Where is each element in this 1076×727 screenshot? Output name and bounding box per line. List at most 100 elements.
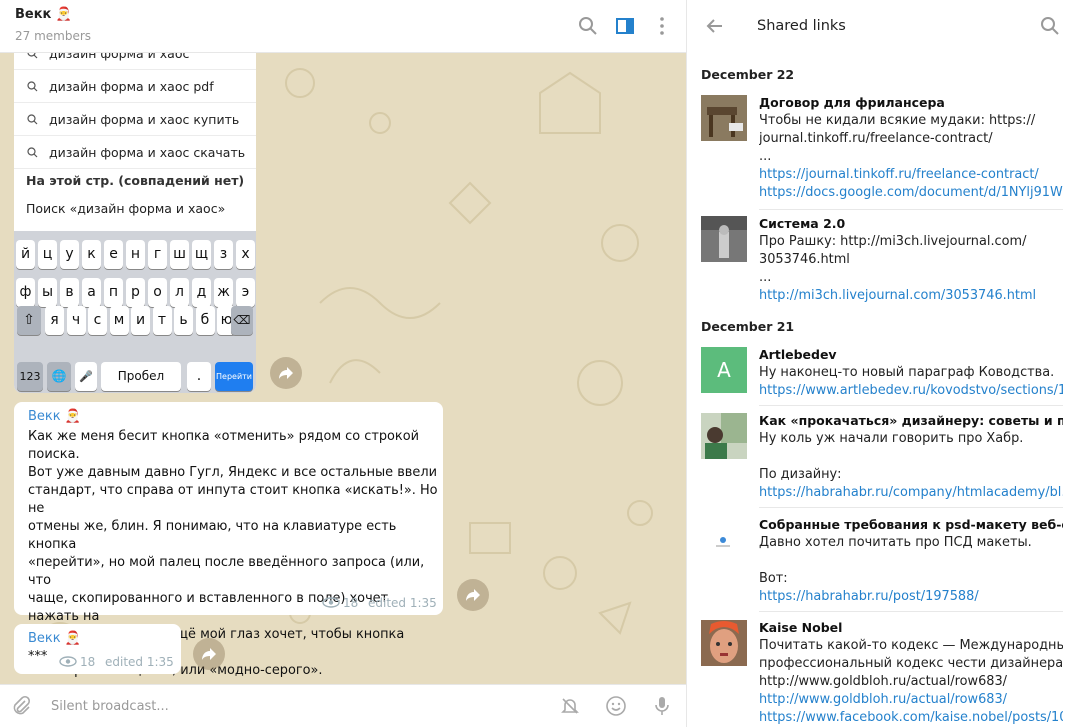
search-icon[interactable] [576, 14, 600, 38]
link-url[interactable]: http://www.goldbloh.ru/actual/row683/ [759, 692, 1063, 707]
key-r3-0: я [45, 306, 64, 335]
edited-time: edited 1:35 [105, 655, 174, 669]
link-description: Чтобы не кидали всякие мудаки: https:// [759, 113, 1036, 128]
key-r2-5: р [126, 278, 145, 307]
shared-link-item[interactable]: Собранные требования к psd-макету веб-са… [701, 517, 1063, 605]
link-description: ... [759, 149, 772, 164]
link-url[interactable]: https://habrahabr.ru/company/htmlacademy… [759, 485, 1063, 500]
key-r2-7: л [170, 278, 189, 307]
forward-button[interactable] [193, 638, 225, 670]
silent-bell-icon[interactable] [559, 695, 581, 717]
date-header: December 21 [701, 319, 795, 334]
message-author[interactable]: Векк 🎅 [28, 409, 81, 424]
message-input[interactable]: Silent broadcast... [51, 699, 169, 714]
suggestion-row: дизайн форма и хаос скачать [14, 136, 256, 169]
link-url[interactable]: https://docs.google.com/document/d/1NYlj… [759, 185, 1063, 200]
link-url[interactable]: https://www.facebook.com/kaise.nobel/pos… [759, 710, 1063, 725]
suggestion-row: дизайн форма и хаос [14, 53, 256, 70]
shared-link-item[interactable]: Как «прокачаться» дизайнеру: советы и по… [701, 413, 1063, 505]
key-r2-10: э [236, 278, 255, 307]
views-icon [59, 656, 77, 667]
link-thumbnail [701, 216, 747, 262]
search-icon [27, 114, 38, 125]
suggestion-text: дизайн форма и хаос купить [49, 112, 240, 127]
message-bubble[interactable]: Векк 🎅 *** 18 edited 1:35 [14, 624, 181, 674]
key-r1-10: х [236, 240, 255, 269]
emoji-icon[interactable] [605, 695, 627, 717]
link-description: По дизайну: [759, 467, 842, 482]
key-r1-2: у [60, 240, 79, 269]
more-menu-icon[interactable] [650, 14, 674, 38]
chat-header[interactable]: Векк 🎅 27 members [0, 0, 686, 53]
key-r2-4: п [104, 278, 123, 307]
section-heading: На этой стр. (совпадений нет) [26, 173, 245, 188]
forward-icon [466, 589, 480, 601]
screenshot-image[interactable]: дизайн форма и хаос дизайн форма и хаос … [14, 53, 256, 393]
shared-link-item[interactable]: Договор для фрилансера Чтобы не кидали вс… [701, 95, 1063, 205]
key-r1-4: е [104, 240, 123, 269]
key-r3-4: и [131, 306, 150, 335]
space-key: Пробел [101, 362, 181, 391]
link-description: http://www.goldbloh.ru/actual/row683/ [759, 674, 1008, 689]
members-count: 27 members [15, 29, 92, 43]
link-description: journal.tinkoff.ru/freelance-contract/ [759, 131, 993, 146]
search-icon [27, 81, 38, 92]
link-description: Давно хотел почитать про ПСД макеты. [759, 535, 1032, 550]
link-description: Почитать какой-то кодекс — Международный [759, 638, 1063, 653]
go-key: Перейти [215, 362, 253, 391]
link-description: Ну наконец-то новый параграф Ководства. [759, 365, 1055, 380]
chat-history[interactable]: дизайн форма и хаос дизайн форма и хаос … [0, 53, 686, 684]
microphone-icon[interactable] [651, 695, 673, 717]
link-title[interactable]: Как «прокачаться» дизайнеру: советы и по… [759, 413, 1063, 428]
keyboard: йцукенгшщзхфывапролджэячсмитьбю ⇧ ⌫ 123 … [14, 231, 256, 393]
link-title[interactable]: Договор для фрилансера [759, 95, 1063, 110]
search-icon[interactable] [1038, 14, 1062, 38]
key-r3-3: м [109, 306, 129, 335]
dot-key: . [187, 362, 211, 391]
key-r2-3: а [82, 278, 101, 307]
link-description: ... [759, 270, 772, 285]
chat-title[interactable]: Векк 🎅 [15, 7, 72, 22]
message-author[interactable]: Векк 🎅 [28, 631, 81, 646]
key-r3-2: с [88, 306, 107, 335]
key-r1-7: ш [170, 240, 189, 269]
link-url[interactable]: https://www.artlebedev.ru/kovodstvo/sect… [759, 383, 1063, 398]
forward-icon [202, 648, 216, 660]
search-icon [27, 147, 38, 158]
shared-link-item[interactable]: Kaise Nobel Почитать какой-то кодекс — Ме… [701, 620, 1063, 727]
link-thumbnail [701, 620, 747, 666]
search-on-page-text: Поиск «дизайн форма и хаос» [26, 201, 226, 216]
link-url[interactable]: https://journal.tinkoff.ru/freelance-con… [759, 167, 1063, 182]
link-url[interactable]: http://mi3ch.livejournal.com/3053746.htm… [759, 288, 1063, 303]
key-r3-7: б [195, 306, 215, 335]
message-bubble[interactable]: Векк 🎅 Как же меня бесит кнопка «отменит… [14, 402, 443, 678]
link-url[interactable]: https://habrahabr.ru/post/197588/ [759, 589, 1063, 604]
key-r1-0: й [16, 240, 35, 269]
search-icon [27, 53, 38, 59]
link-title[interactable]: Artlebedev [759, 347, 1063, 362]
link-description: Вот: [759, 571, 788, 586]
link-title[interactable]: Kaise Nobel [759, 620, 1063, 635]
key-r1-1: ц [38, 240, 57, 269]
chat-pane: Векк 🎅 27 members дизайн форма и хаос ди… [0, 0, 687, 727]
shared-link-item[interactable]: Система 2.0 Про Рашку: http://mi3ch.livej… [701, 216, 1063, 306]
forward-button[interactable] [457, 579, 489, 611]
key-r2-0: ф [16, 278, 35, 307]
key-r2-9: ж [214, 278, 233, 307]
forward-button[interactable] [270, 357, 302, 389]
key-r2-6: о [148, 278, 167, 307]
key-r3-1: ч [66, 306, 86, 335]
back-arrow-icon[interactable] [703, 14, 727, 38]
key-r2-2: в [60, 278, 79, 307]
attach-icon[interactable] [10, 695, 32, 717]
link-description: 3053746.html [759, 252, 850, 267]
link-title[interactable]: Система 2.0 [759, 216, 1063, 231]
shared-link-item[interactable]: A Artlebedev Ну наконец-то новый параграф… [701, 347, 1063, 403]
edited-time: edited 1:35 [368, 596, 437, 610]
globe-key: 🌐 [47, 362, 71, 391]
key-r2-1: ы [38, 278, 57, 307]
link-title[interactable]: Собранные требования к psd-макету веб-са… [759, 517, 1063, 532]
shift-key: ⇧ [17, 306, 41, 335]
sidebar-toggle-icon[interactable] [613, 14, 637, 38]
numbers-key: 123 [17, 362, 43, 391]
